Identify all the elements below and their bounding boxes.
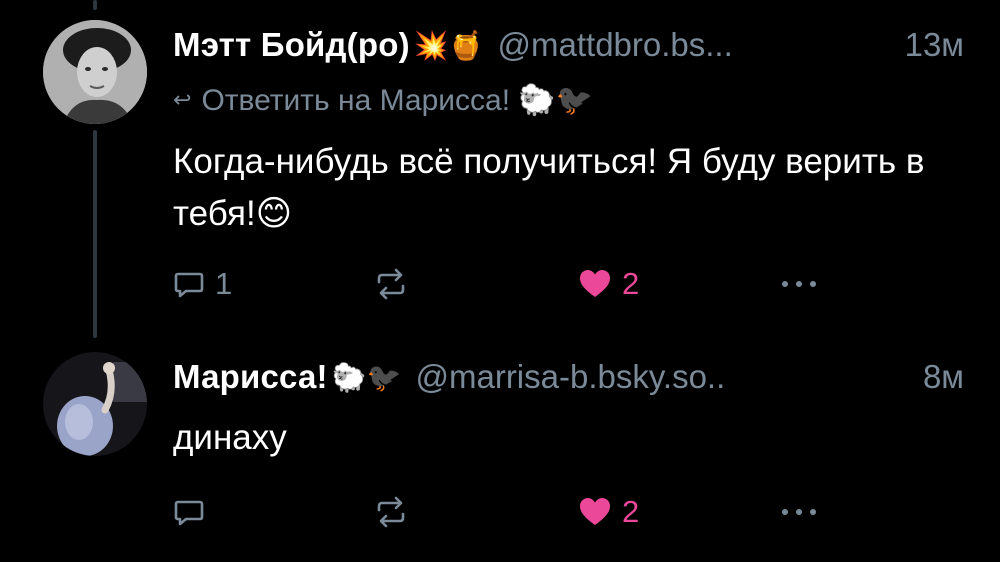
post-time[interactable]: 8м xyxy=(923,358,964,396)
post[interactable]: Марисса! 🐑🐦‍⬛ @marrisa-b.bsky.so.. 8м ди… xyxy=(0,340,1000,562)
comment-icon xyxy=(174,272,204,298)
heart-icon xyxy=(580,498,610,525)
reply-to-link[interactable]: ↩ Ответить на Марисса! 🐑🐦‍⬛ xyxy=(173,78,593,122)
more-button[interactable] xyxy=(779,262,819,306)
post[interactable]: Мэтт Бойд(ро) 💥🍯 @mattdbro.bs... 13м ↩ О… xyxy=(0,0,1000,340)
post-text: Когда-нибудь всё получиться! Я буду вери… xyxy=(173,142,925,233)
name-emoji: 🐑🐦‍⬛ xyxy=(331,360,402,394)
avatar-image xyxy=(43,20,147,124)
like-button[interactable]: 2 xyxy=(578,490,639,534)
author-handle[interactable]: @marrisa-b.bsky.so.. xyxy=(415,358,912,396)
name-emoji: 💥🍯 xyxy=(413,28,484,62)
reply-button[interactable] xyxy=(173,490,215,534)
avatar[interactable] xyxy=(43,352,147,456)
avatar[interactable] xyxy=(43,20,147,124)
repost-icon xyxy=(377,496,405,528)
reply-button[interactable]: 1 xyxy=(173,262,232,306)
more-icon xyxy=(782,509,816,515)
comment-icon xyxy=(174,500,204,526)
like-count: 2 xyxy=(622,266,640,301)
repost-button[interactable] xyxy=(374,262,408,306)
more-icon xyxy=(782,281,816,287)
post-header: Мэтт Бойд(ро) 💥🍯 @mattdbro.bs... 13м xyxy=(173,20,964,70)
like-button[interactable]: 2 xyxy=(578,262,639,306)
post-actions: 1 2 xyxy=(0,262,1000,306)
repost-icon xyxy=(377,268,405,300)
author-handle[interactable]: @mattdbro.bs... xyxy=(498,26,895,64)
post-actions: 2 xyxy=(0,490,1000,534)
post-text: динаху xyxy=(173,418,287,457)
repost-button[interactable] xyxy=(374,490,408,534)
heart-icon xyxy=(580,270,610,297)
reply-count: 1 xyxy=(215,266,233,301)
like-count: 2 xyxy=(622,494,640,529)
reply-to-text: Ответить на Марисса! 🐑🐦‍⬛ xyxy=(201,83,594,117)
post-header: Марисса! 🐑🐦‍⬛ @marrisa-b.bsky.so.. 8м xyxy=(173,352,964,402)
author-name[interactable]: Мэтт Бойд(ро) xyxy=(173,26,410,64)
post-time[interactable]: 13м xyxy=(905,26,964,64)
avatar-image xyxy=(43,352,147,456)
reply-arrow-icon: ↩ xyxy=(173,87,192,112)
more-button[interactable] xyxy=(779,490,819,534)
author-name[interactable]: Марисса! xyxy=(173,358,328,396)
